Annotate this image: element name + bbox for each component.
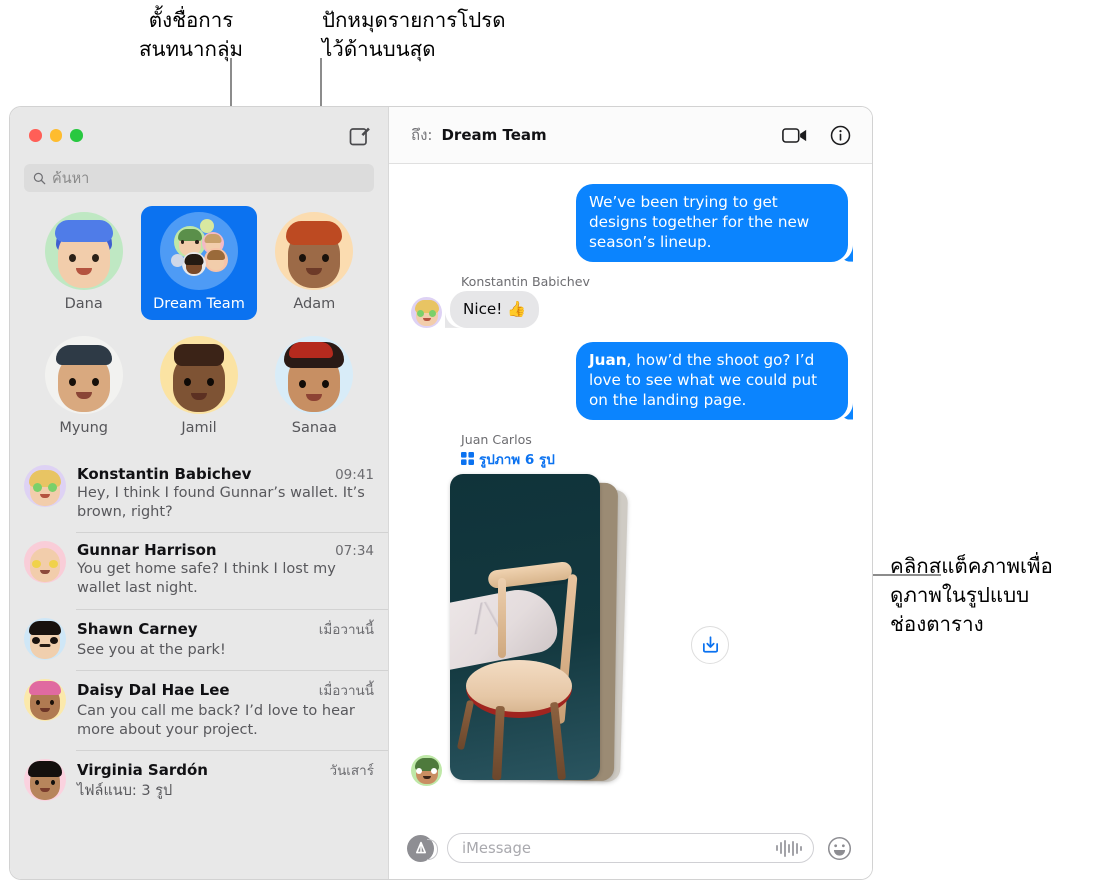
pinned-item-adam[interactable]: Adam	[257, 206, 372, 320]
conversation-name: Konstantin Babichev	[77, 465, 252, 483]
search-container: ค้นหา	[10, 164, 388, 192]
avatar	[44, 336, 123, 414]
message-input-bar: iMessage	[389, 817, 872, 879]
chat-recipient-name: Dream Team	[441, 126, 547, 144]
list-item[interactable]: Konstantin Babichev 09:41 Hey, I think I…	[10, 456, 388, 532]
zoom-button[interactable]	[70, 129, 83, 142]
save-attachment-button[interactable]	[691, 625, 729, 664]
mention-text: Juan	[589, 350, 627, 369]
pinned-item-label: Adam	[293, 296, 336, 312]
pinned-item-label: Dana	[64, 296, 103, 312]
list-item[interactable]: Gunnar Harrison 07:34 You get home safe?…	[10, 532, 388, 608]
conversation-name: Virginia Sardón	[77, 760, 208, 779]
conversation-preview: You get home safe? I think I lost my wal…	[77, 561, 336, 597]
video-camera-icon[interactable]	[782, 126, 808, 145]
download-icon	[702, 636, 718, 653]
to-label: ถึง:	[411, 126, 433, 144]
pinned-item-label: Myung	[59, 420, 108, 436]
minimize-button[interactable]	[49, 129, 62, 142]
annotation-name-group-conversation: ตั้งชื่อการ สนทนากลุ่ม	[138, 8, 244, 62]
traffic-lights	[29, 129, 83, 142]
attachment-header: Juan Carlos รูปภาพ 6 รูป	[461, 432, 848, 470]
annotation-click-photo-stack: คลิกสแต็คภาพเพื่อ ดูภาพในรูปแบบ ช่องตารา…	[890, 554, 1053, 637]
message-row-outgoing: Juan, how’d the shoot go? I’d love to se…	[411, 341, 848, 420]
avatar	[411, 296, 442, 328]
emoji-smiley-icon[interactable]	[827, 836, 852, 861]
avatar	[275, 336, 354, 414]
sidebar: ค้นหา Dana Dream Team Adam Myung Jamil S…	[10, 107, 388, 879]
compose-icon[interactable]	[348, 124, 372, 148]
pinned-item-dana[interactable]: Dana	[26, 206, 141, 320]
pinned-item-label: Jamil	[181, 420, 217, 436]
window-titlebar	[10, 107, 388, 164]
message-input[interactable]: iMessage	[447, 833, 814, 863]
avatar	[24, 758, 66, 801]
message-bubble[interactable]: We’ve been trying to get designs togethe…	[576, 184, 848, 262]
search-input[interactable]: ค้นหา	[24, 164, 374, 192]
avatar	[24, 678, 66, 721]
avatar	[24, 465, 66, 507]
avatar	[24, 617, 66, 660]
avatar	[24, 541, 66, 584]
grid-icon	[461, 452, 474, 466]
conversation-name: Shawn Carney	[77, 619, 198, 638]
message-row-outgoing: We’ve been trying to get designs togethe…	[411, 184, 848, 262]
conversation-name: Daisy Dal Hae Lee	[77, 680, 230, 699]
close-button[interactable]	[29, 129, 42, 142]
chat-header: ถึง: Dream Team	[389, 107, 872, 164]
search-placeholder: ค้นหา	[52, 170, 90, 187]
conversation-time: เมื่อวานนี้	[318, 621, 374, 638]
message-group-incoming: Konstantin Babichev Nice! 👍	[411, 274, 848, 328]
info-circle-icon[interactable]	[830, 125, 851, 146]
avatar	[159, 336, 238, 414]
photo-card-front[interactable]	[450, 473, 600, 780]
list-item[interactable]: Daisy Dal Hae Lee เมื่อวานนี้ Can you ca…	[10, 669, 388, 750]
pinned-item-label: Dream Team	[153, 296, 245, 312]
conversation-preview: Can you call me back? I’d love to hear m…	[77, 702, 355, 738]
pinned-item-label: Sanaa	[291, 420, 337, 436]
avatar	[411, 754, 442, 786]
avatar	[44, 212, 123, 290]
message-bubble[interactable]: Juan, how’d the shoot go? I’d love to se…	[576, 341, 848, 420]
avatar	[275, 212, 354, 290]
conversation-preview: Hey, I think I found Gunnar’s wallet. It…	[77, 485, 365, 521]
pinned-item-jamil[interactable]: Jamil	[141, 330, 256, 444]
message-group-attachment: Juan Carlos รูปภาพ 6 รูป	[411, 432, 848, 792]
pinned-item-sanaa[interactable]: Sanaa	[257, 330, 372, 444]
message-row-incoming: Nice! 👍	[411, 290, 848, 328]
attachment-label: รูปภาพ 6 รูป	[479, 451, 555, 468]
annotation-pin-favorites: ปักหมุดรายการโปรด ไว้ด้านบนสุด	[322, 8, 506, 62]
pinned-item-dream-team[interactable]: Dream Team	[141, 206, 257, 320]
attachment-link[interactable]: รูปภาพ 6 รูป	[461, 448, 848, 470]
message-bubble[interactable]: Nice! 👍	[450, 290, 540, 328]
conversation-time: เมื่อวานนี้	[318, 682, 374, 699]
conversation-time: วันเสาร์	[329, 762, 375, 779]
conversation-preview: ไฟล์แนบ: 3 รูป	[77, 782, 173, 799]
app-store-icon[interactable]	[407, 834, 438, 862]
photo-stack-row	[411, 473, 848, 792]
pinned-item-myung[interactable]: Myung	[26, 330, 141, 444]
pinned-conversations: Dana Dream Team Adam Myung Jamil Sanaa	[10, 206, 388, 444]
messages-window: ค้นหา Dana Dream Team Adam Myung Jamil S…	[10, 107, 872, 879]
photo-stack[interactable]	[450, 473, 629, 792]
conversation-name: Gunnar Harrison	[77, 541, 217, 560]
message-sender-name: Juan Carlos	[461, 431, 532, 447]
message-thread: We’ve been trying to get designs togethe…	[389, 164, 872, 817]
conversation-time: 09:41	[335, 467, 374, 483]
screenshot-root: ตั้งชื่อการ สนทนากลุ่ม ปักหมุดรายการโปรด…	[0, 0, 1115, 886]
search-icon	[33, 172, 46, 184]
message-placeholder: iMessage	[462, 839, 531, 857]
conversation-time: 07:34	[335, 543, 374, 560]
list-item[interactable]: Shawn Carney เมื่อวานนี้ See you at the …	[10, 608, 388, 670]
header-actions	[782, 125, 851, 146]
conversation-preview: See you at the park!	[77, 641, 226, 658]
message-sender-name: Konstantin Babichev	[461, 273, 590, 289]
apps-glyph	[415, 841, 426, 854]
list-item[interactable]: Virginia Sardón วันเสาร์ ไฟล์แนบ: 3 รูป	[10, 749, 388, 811]
chat-pane: ถึง: Dream Team We’ve been trying to get…	[388, 107, 872, 879]
conversation-list: Konstantin Babichev 09:41 Hey, I think I…	[10, 456, 388, 879]
audio-waveform-icon[interactable]	[776, 839, 802, 857]
group-avatar	[159, 212, 238, 290]
